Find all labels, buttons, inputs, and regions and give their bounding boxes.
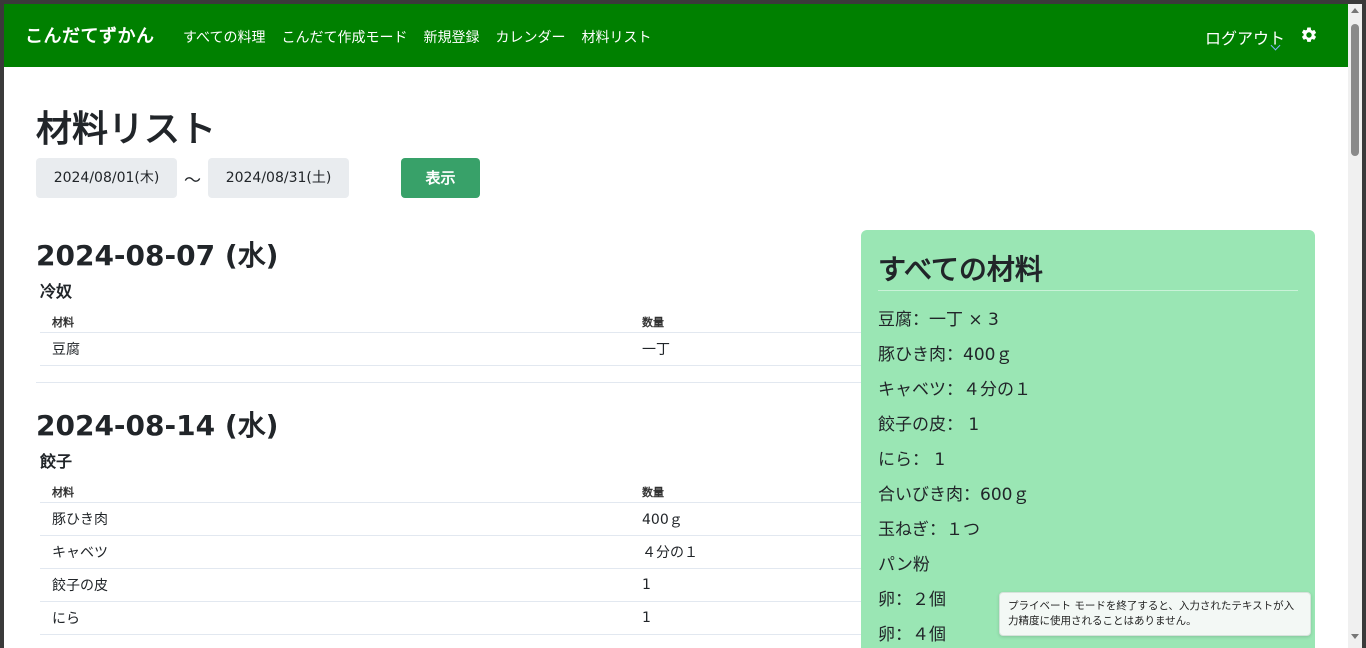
nav-calendar[interactable]: カレンダー (495, 27, 565, 47)
table-row: キャベツ ４分の１ (40, 535, 870, 569)
dish-name: 餃子 (40, 452, 73, 471)
table-row: 豚ひき肉 400ｇ (40, 502, 870, 536)
ingredient-quantity: 一丁 (630, 332, 870, 366)
nav-links: すべての料理 こんだて作成モード 新規登録 カレンダー 材料リスト (183, 27, 667, 47)
table-row: にら 1 (40, 601, 870, 635)
ingredient-quantity: ４分の１ (630, 535, 870, 569)
nav-new-registration[interactable]: 新規登録 (423, 27, 479, 47)
table-header-row: 材料 数量 (40, 310, 870, 333)
date-to-input[interactable]: 2024/08/31(土) (208, 158, 349, 198)
column-header-ingredient: 材料 (52, 316, 74, 329)
list-item: 豆腐：一丁 × 3 (878, 310, 999, 330)
show-button[interactable]: 表示 (401, 158, 480, 198)
table-header-row: 材料 数量 (40, 480, 870, 503)
private-mode-tooltip: プライベート モードを終了すると、入力されたテキストが入力精度に使用されることは… (999, 592, 1311, 636)
list-item: 合いびき肉：600ｇ (878, 485, 1030, 505)
ingredient-quantity: 1 (630, 601, 870, 635)
range-separator: 〜 (184, 171, 201, 191)
browser-viewport: こんだてずかん すべての料理 こんだて作成モード 新規登録 カレンダー 材料リス… (4, 4, 1348, 648)
ingredient-name: にら (40, 601, 630, 635)
all-ingredients-title: すべての材料 (878, 253, 1043, 286)
date-from-input[interactable]: 2024/08/01(木) (36, 158, 177, 198)
column-header-quantity: 数量 (642, 316, 664, 329)
list-item: 豚ひき肉：400ｇ (878, 345, 1013, 365)
nav-all-dishes[interactable]: すべての料理 (183, 27, 265, 47)
ingredient-table: 材料 数量 豚ひき肉 400ｇ キャベツ ４分の１ 餃子の皮 1 にら 1 (40, 480, 870, 635)
column-header-ingredient: 材料 (52, 486, 74, 499)
list-item: キャベツ：４分の１ (878, 380, 1031, 400)
table-row: 豆腐 一丁 (40, 332, 870, 366)
dish-name: 冷奴 (40, 282, 73, 301)
list-item: にら： 1 (878, 450, 946, 470)
list-item: 餃子の皮： 1 (878, 415, 980, 435)
navbar: こんだてずかん すべての料理 こんだて作成モード 新規登録 カレンダー 材料リス… (4, 4, 1348, 67)
scrollbar-thumb[interactable] (1351, 24, 1359, 156)
ingredient-name: 餃子の皮 (40, 568, 630, 602)
ingredient-quantity: 400ｇ (630, 502, 870, 536)
list-item: パン粉 (878, 555, 930, 575)
panel-divider (878, 290, 1298, 291)
scroll-down-arrow-icon[interactable] (1351, 634, 1359, 639)
ingredient-name: 豆腐 (40, 332, 630, 366)
ingredient-quantity: 1 (630, 568, 870, 602)
day-date-heading: 2024-08-14 (水) (36, 409, 279, 442)
vertical-scrollbar[interactable] (1348, 4, 1362, 648)
scroll-up-arrow-icon[interactable] (1351, 8, 1359, 13)
brand-logo[interactable]: こんだてずかん (25, 22, 155, 48)
ingredient-name: キャベツ (40, 535, 630, 569)
nav-ingredient-list[interactable]: 材料リスト (581, 27, 651, 47)
list-item: 玉ねぎ：１つ (878, 520, 980, 540)
ingredient-name: 豚ひき肉 (40, 502, 630, 536)
gear-icon[interactable] (1300, 26, 1318, 44)
all-ingredients-panel: すべての材料 豆腐：一丁 × 3 豚ひき肉：400ｇ キャベツ：４分の１ 餃子の… (861, 230, 1315, 648)
ingredient-table: 材料 数量 豆腐 一丁 (40, 310, 870, 366)
column-header-quantity: 数量 (642, 486, 664, 499)
day-date-heading: 2024-08-07 (水) (36, 239, 279, 272)
section-divider (36, 382, 870, 383)
page-title: 材料リスト (36, 109, 217, 150)
table-row: 餃子の皮 1 (40, 568, 870, 602)
nav-menu-create-mode[interactable]: こんだて作成モード (281, 27, 407, 47)
